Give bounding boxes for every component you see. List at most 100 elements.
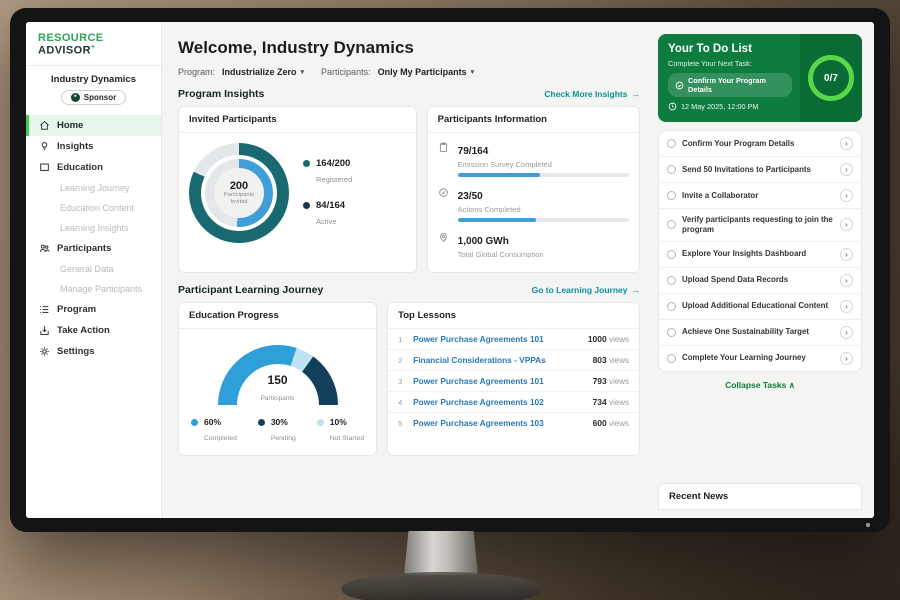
chevron-right-icon[interactable]: › bbox=[840, 218, 853, 231]
stat-value: 23/50 bbox=[458, 191, 483, 202]
sidebar-item-education[interactable]: Education bbox=[26, 157, 161, 178]
sidebar-item-take-action[interactable]: Take Action bbox=[26, 320, 161, 341]
legend-dot bbox=[303, 160, 310, 167]
sidebar-item-label: Manage Participants bbox=[60, 284, 142, 294]
lesson-row: 5 Power Purchase Agreements 103 600 view… bbox=[388, 413, 639, 433]
progress-fill bbox=[458, 218, 537, 222]
todo-task[interactable]: Complete Your Learning Journey › bbox=[659, 346, 861, 371]
sidebar-item-insights[interactable]: Insights bbox=[26, 136, 161, 157]
education-progress-body: 150 Participants 60% Completed bbox=[179, 329, 376, 455]
target-check-icon bbox=[438, 186, 450, 222]
task-checkbox[interactable] bbox=[667, 250, 676, 259]
legend-label: Completed bbox=[204, 435, 237, 442]
task-checkbox[interactable] bbox=[667, 165, 676, 174]
lesson-rank: 5 bbox=[398, 419, 406, 428]
lesson-link[interactable]: Power Purchase Agreements 101 bbox=[413, 334, 581, 344]
task-checkbox[interactable] bbox=[667, 354, 676, 363]
sidebar-item-label: Education Content bbox=[60, 203, 134, 213]
arrow-right-icon: → bbox=[632, 285, 641, 295]
next-task-due: 12 May 2025, 12:00 PM bbox=[668, 102, 792, 111]
check-circle-icon bbox=[675, 81, 684, 90]
sidebar-item-program[interactable]: Program bbox=[26, 299, 161, 320]
lesson-link[interactable]: Power Purchase Agreements 103 bbox=[413, 418, 585, 428]
sidebar-item-settings[interactable]: Settings bbox=[26, 341, 161, 362]
stat-value: 79/164 bbox=[458, 146, 489, 157]
sidebar-item-general-data[interactable]: General Data bbox=[26, 259, 161, 279]
chevron-right-icon[interactable]: › bbox=[840, 163, 853, 176]
stat-global-consumption: 1,000 GWh Total Global Consumption bbox=[438, 231, 629, 259]
task-label: Confirm Your Program Details bbox=[682, 139, 834, 149]
gauge-center: 150 Participants bbox=[218, 374, 338, 405]
lesson-rank: 3 bbox=[398, 377, 406, 386]
task-label: Complete Your Learning Journey bbox=[682, 353, 834, 363]
sidebar-item-participants[interactable]: Participants bbox=[26, 238, 161, 259]
lesson-link[interactable]: Financial Considerations - VPPAs bbox=[413, 355, 585, 365]
recent-news-title: Recent News bbox=[669, 491, 728, 502]
legend-value: 10% bbox=[330, 417, 364, 427]
chevron-right-icon[interactable]: › bbox=[840, 300, 853, 313]
sidebar-item-manage-participants[interactable]: Manage Participants bbox=[26, 279, 161, 299]
gauge-legend: 60% Completed 30% Pending bbox=[189, 417, 366, 445]
go-to-learning-journey-link[interactable]: Go to Learning Journey → bbox=[532, 285, 640, 295]
check-more-insights-link[interactable]: Check More Insights → bbox=[544, 89, 640, 99]
brand-plus: + bbox=[91, 44, 96, 51]
legend-item-registered: 164/200 Registered bbox=[303, 158, 352, 187]
collapse-tasks-link[interactable]: Collapse Tasks ∧ bbox=[658, 372, 862, 395]
task-checkbox[interactable] bbox=[667, 328, 676, 337]
location-pin-icon bbox=[438, 231, 450, 259]
action-arrow-icon bbox=[39, 325, 50, 336]
todo-task[interactable]: Invite a Collaborator › bbox=[659, 183, 861, 209]
collapse-label: Collapse Tasks bbox=[725, 380, 786, 390]
next-task-chip[interactable]: Confirm Your Program Details bbox=[668, 73, 792, 97]
program-filter-label: Program: bbox=[178, 67, 215, 77]
todo-task[interactable]: Achieve One Sustainability Target › bbox=[659, 320, 861, 346]
task-checkbox[interactable] bbox=[667, 139, 676, 148]
task-checkbox[interactable] bbox=[667, 191, 676, 200]
legend-label: Registered bbox=[316, 175, 352, 184]
section-title: Program Insights bbox=[178, 88, 264, 100]
lesson-views-suffix: views bbox=[609, 419, 629, 428]
sidebar-item-education-content[interactable]: Education Content bbox=[26, 198, 161, 218]
todo-task[interactable]: Send 50 Invitations to Participants › bbox=[659, 157, 861, 183]
monitor-stand-neck bbox=[404, 531, 478, 575]
todo-task[interactable]: Upload Spend Data Records › bbox=[659, 268, 861, 294]
chevron-right-icon[interactable]: › bbox=[840, 189, 853, 202]
participants-select[interactable]: Only My Participants ▾ bbox=[378, 67, 475, 77]
chevron-right-icon[interactable]: › bbox=[840, 326, 853, 339]
program-select[interactable]: Industrialize Zero ▾ bbox=[222, 67, 304, 77]
sidebar-item-learning-insights[interactable]: Learning Insights bbox=[26, 218, 161, 238]
home-icon bbox=[39, 120, 50, 131]
lesson-views-suffix: views bbox=[609, 356, 629, 365]
participants-information-card: Participants Information 79/164 Emission… bbox=[427, 106, 640, 273]
learning-cards-row: Education Progress 150 Participants bbox=[178, 302, 640, 456]
gauge-center-value: 150 bbox=[218, 374, 338, 387]
todo-task[interactable]: Explore Your Insights Dashboard › bbox=[659, 242, 861, 268]
actions-progress-bar bbox=[458, 218, 629, 222]
brand-primary: RESOURCE bbox=[38, 32, 104, 44]
chevron-right-icon[interactable]: › bbox=[840, 248, 853, 261]
donut-legend: 164/200 Registered 84/164 Active bbox=[303, 158, 352, 229]
learning-journey-header: Participant Learning Journey Go to Learn… bbox=[178, 284, 640, 296]
lesson-link[interactable]: Power Purchase Agreements 101 bbox=[413, 376, 585, 386]
chevron-right-icon[interactable]: › bbox=[840, 274, 853, 287]
recent-news-header: Recent News bbox=[658, 483, 862, 510]
invited-participants-body: 200 Participants Invited 164/200 Registe bbox=[179, 133, 416, 255]
chevron-right-icon[interactable]: › bbox=[840, 137, 853, 150]
education-progress-card: Education Progress 150 Participants bbox=[178, 302, 377, 456]
task-checkbox[interactable] bbox=[667, 276, 676, 285]
lightbulb-icon bbox=[39, 141, 50, 152]
lesson-views-value: 600 bbox=[593, 418, 607, 428]
legend-dot bbox=[303, 202, 310, 209]
task-checkbox[interactable] bbox=[667, 220, 676, 229]
todo-task[interactable]: Verify participants requesting to join t… bbox=[659, 209, 861, 242]
todo-task[interactable]: Confirm Your Program Details › bbox=[659, 131, 861, 157]
app-logo: RESOURCE ADVISOR+ bbox=[26, 32, 161, 66]
monitor-stand-base bbox=[342, 572, 542, 600]
task-checkbox[interactable] bbox=[667, 302, 676, 311]
lesson-link[interactable]: Power Purchase Agreements 102 bbox=[413, 397, 585, 407]
todo-task-list: Confirm Your Program Details › Send 50 I… bbox=[658, 130, 862, 372]
todo-task[interactable]: Upload Additional Educational Content › bbox=[659, 294, 861, 320]
sidebar-item-home[interactable]: Home bbox=[26, 115, 161, 136]
chevron-right-icon[interactable]: › bbox=[840, 352, 853, 365]
sidebar-item-learning-journey[interactable]: Learning Journey bbox=[26, 178, 161, 198]
